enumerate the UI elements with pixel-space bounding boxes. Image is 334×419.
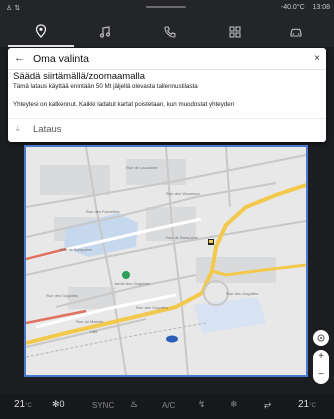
left-temp-unit: °C [25,403,32,409]
offline-note: Yhteytesi on katkennut. Kaikki ladatut k… [13,101,235,108]
street-label: Rue des Gogottes [46,293,78,298]
crosshair-icon [317,334,325,342]
zoom-in-button[interactable]: + [313,352,329,362]
map-selection-area[interactable]: Rue de Lausanne Rue des Vanneaux Rue des… [24,145,308,377]
nav-tab-navigation[interactable] [8,17,74,47]
left-temperature[interactable]: 21°C [14,399,32,410]
nav-tab-music[interactable] [72,17,138,47]
airflow-icon[interactable]: ↯ [198,399,206,410]
close-icon[interactable]: × [314,53,320,64]
street-label: Rue du Marché [76,319,104,324]
ac-button[interactable]: A/C [162,401,175,410]
nav-tab-apps[interactable] [202,17,268,47]
status-icons: ♙ ⇅ [6,5,21,12]
offline-map-dialog: ← Oma valinta × Säädä siirtämällä/zoomaa… [8,48,326,142]
seat-icon[interactable]: ⥂ [264,399,271,410]
drag-handle[interactable] [146,6,186,8]
street-label: Rue de Bampaine [166,235,199,240]
clock: 13:08 [312,4,330,11]
divider [8,118,326,119]
street-label: Rue des Vanneaux [166,191,200,196]
street-label: Rue des Fauvettes [86,209,120,214]
fan-speed[interactable]: ✻0 [52,399,65,410]
right-temp-unit: °C [309,403,316,409]
recenter-button[interactable] [313,330,329,346]
map-pin-icon [35,24,47,38]
dialog-title: Oma valinta [33,53,90,65]
street-label: D88 [90,329,98,334]
current-position-icon [166,335,178,343]
status-bar: ♙ ⇅ -40.0°C 13:08 [0,0,334,17]
zoom-out-button[interactable]: − [313,370,329,380]
status-right: -40.0°C 13:08 [281,4,330,11]
left-temp-value: 21 [14,399,26,410]
apps-grid-icon [229,26,241,38]
download-icon: ⤓ [16,124,20,133]
map-zoom-controls: + − [313,330,329,384]
fan-level: 0 [59,399,65,409]
climate-bar: 21°C ✻0 SYNC ♨ A/C ↯ ❄ ⥂ 21°C [0,394,334,419]
car-icon [290,28,302,37]
street-label: Rue de Lausanne [126,165,158,170]
nav-tab-vehicle[interactable] [263,17,329,47]
right-temp-value: 21 [298,399,310,410]
back-arrow-icon[interactable]: ← [14,52,25,64]
sync-button[interactable]: SYNC [92,401,114,410]
phone-icon [164,26,176,38]
divider [8,69,326,70]
street-label: Rue des Gogottes [226,291,258,296]
top-navigation [0,17,334,47]
nav-tab-phone[interactable] [137,17,203,47]
outside-temperature: -40.0°C [280,4,305,11]
download-button[interactable]: Lataus [33,124,62,135]
street-label: Rue des Gogottes [136,305,168,310]
defrost-icon[interactable]: ❄ [230,399,238,410]
map-canvas[interactable]: Rue de Lausanne Rue des Vanneaux Rue des… [26,147,306,375]
street-label: Jardin des Gogottes [114,281,150,286]
street-label: Rue de Bampaine [60,247,93,252]
storage-note: Tämä lataus käyttää enintään 50 Mt jälje… [13,83,198,90]
dialog-header: ← Oma valinta × [8,48,326,70]
dialog-heading: Säädä siirtämällä/zoomaamalla [13,71,146,82]
right-temperature[interactable]: 21°C [298,399,316,410]
seat-heat-icon[interactable]: ♨ [130,399,138,410]
music-note-icon [99,26,111,38]
